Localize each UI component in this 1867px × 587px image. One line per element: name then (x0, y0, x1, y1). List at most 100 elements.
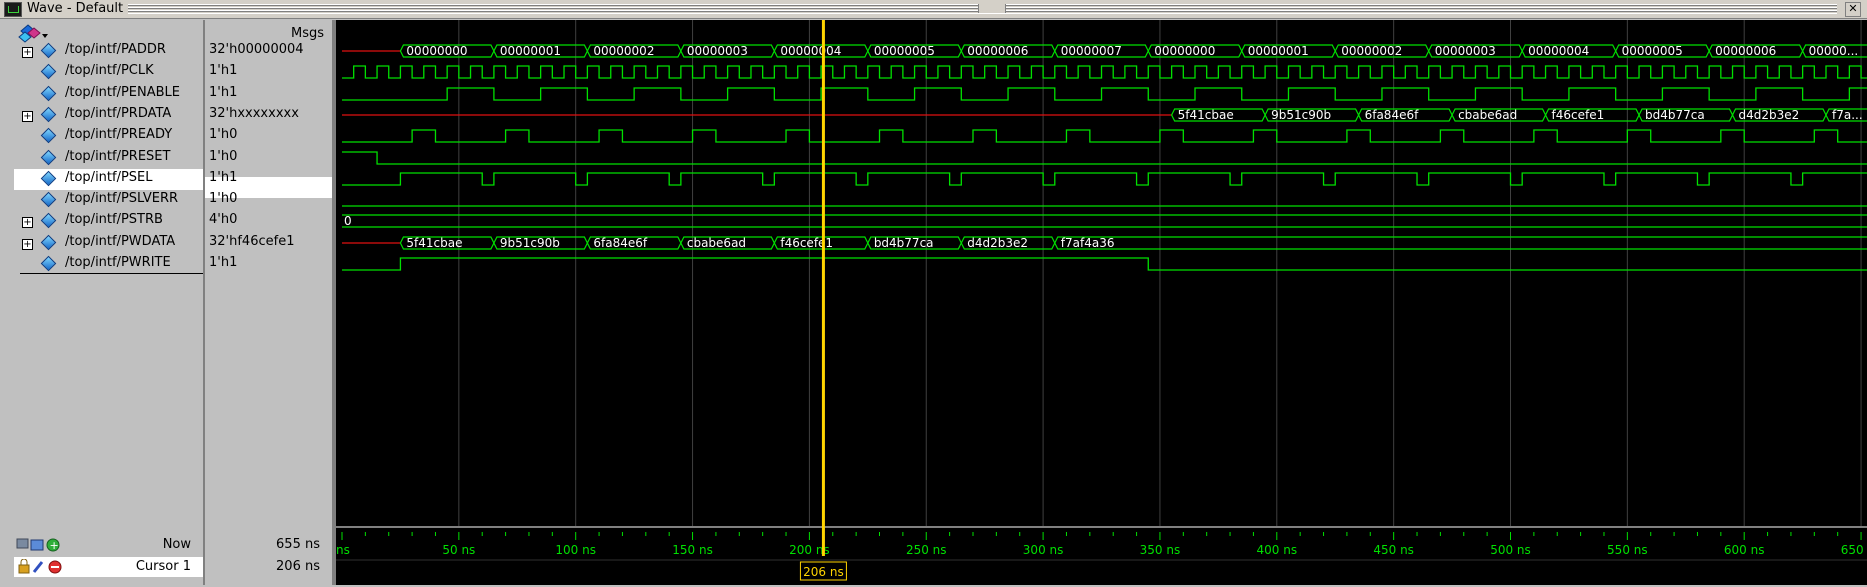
ruler-label: 350 ns (1140, 543, 1181, 557)
paddr-wave-label: 00000005 (874, 44, 935, 58)
signal-value-text: 1'h0 (209, 191, 238, 206)
ruler-label: 150 ns (672, 543, 713, 557)
lock-icon (18, 564, 30, 574)
cursor-value-cell: 206 ns (205, 557, 332, 577)
ruler-label: 550 ns (1607, 543, 1648, 557)
signal-row-preset[interactable]: /top/intf/PRESET (14, 148, 203, 169)
pwdata-wave-label: 9b51c90b (500, 236, 560, 250)
cursor-toolbar-icons[interactable] (18, 559, 64, 575)
signal-value-text: 1'h1 (209, 170, 238, 185)
now-label: Now (162, 537, 191, 552)
signal-row-pready[interactable]: /top/intf/PREADY (14, 126, 203, 147)
paddr-wave-label: 00000002 (593, 44, 654, 58)
now-value-cell: 655 ns (205, 535, 332, 555)
ruler-label: 500 ns (1490, 543, 1531, 557)
signal-value-text: 32'hxxxxxxxx (209, 106, 299, 121)
ruler-label: 650 ns (1841, 543, 1867, 557)
pstrb-label: 0 (344, 214, 352, 228)
signal-value: 32'h00000004 (209, 41, 304, 62)
signal-diamond-icon (40, 212, 57, 229)
signal-row-penable[interactable]: /top/intf/PENABLE (14, 84, 203, 105)
signal-diamond-icon (40, 234, 57, 251)
expand-plus-icon[interactable]: + (22, 111, 33, 122)
pwdata-wave-label: 5f41cbae (406, 236, 462, 250)
signal-name: /top/intf/PADDR (65, 42, 166, 57)
pwdata-wave-label: 6fa84e6f (593, 236, 648, 250)
signal-value-text: 1'h0 (209, 127, 238, 142)
signal-row-pwrite[interactable]: /top/intf/PWRITE (14, 254, 203, 275)
signal-row-pclk[interactable]: /top/intf/PCLK (14, 62, 203, 83)
signal-row-pslverr[interactable]: /top/intf/PSLVERR (14, 190, 203, 211)
paddr-wave-label: 00000005 (1622, 44, 1683, 58)
signal-value-text: 1'h0 (209, 149, 238, 164)
now-toolbar-icons[interactable]: + (16, 537, 62, 553)
expand-plus-icon[interactable]: + (22, 217, 33, 228)
expand-plus-icon[interactable]: + (22, 47, 33, 58)
pwdata-wave-label: f7af4a36 (1061, 236, 1115, 250)
prdata-wave-label: 6fa84e6f (1365, 108, 1420, 122)
signal-value: 1'h0 (209, 190, 237, 211)
cursor-readout: 206 ns (803, 565, 844, 579)
msgs-header-label: Msgs (290, 26, 324, 41)
signal-row-pstrb[interactable]: + /top/intf/PSTRB (14, 211, 203, 232)
signal-name: /top/intf/PSTRB (65, 212, 163, 227)
signal-name-pane[interactable]: + /top/intf/PADDR/top/intf/PCLK/top/intf/… (0, 20, 328, 585)
signal-diamond-icon (40, 85, 57, 102)
signal-value: 32'hxxxxxxxx (209, 105, 299, 126)
signal-name: /top/intf/PWRITE (65, 255, 171, 270)
paddr-wave-label: 00000003 (1435, 44, 1496, 58)
wave-window-icon-small (16, 538, 29, 549)
cursor-pane: + Now 655 ns Cursor 1 206 ns (0, 527, 336, 585)
pwdata-wave-label: f46cefe1 (780, 236, 833, 250)
signal-diamond-icon (40, 127, 57, 144)
prdata-wave-label: f7a... (1832, 108, 1863, 122)
signal-value-text: 1'h1 (209, 85, 238, 100)
signal-name: /top/intf/PWDATA (65, 234, 176, 249)
paddr-wave-label: 00000000 (406, 44, 467, 58)
prdata-wave-label: f46cefe1 (1552, 108, 1605, 122)
signal-value-text: 1'h1 (209, 63, 238, 78)
signal-name: /top/intf/PSLVERR (65, 191, 179, 206)
signal-value-pane[interactable]: Msgs 32'h00000004 1'h1 1'h1 32'hxxxxxxxx 1'h… (205, 20, 332, 585)
paddr-wave-label: 00000004 (780, 44, 841, 58)
expand-plus-icon[interactable]: + (22, 239, 33, 250)
signal-diamond-icon (40, 149, 57, 166)
signal-value: 1'h0 (209, 126, 237, 147)
signal-value: 4'h0 (209, 211, 237, 232)
close-icon[interactable]: ✕ (1845, 2, 1861, 17)
window-titlebar[interactable]: Wave - Default ✕ (0, 0, 1867, 19)
paddr-wave-label: 00000001 (500, 44, 561, 58)
ruler-label: 50 ns (442, 543, 475, 557)
paddr-wave-label: 00000... (1809, 44, 1859, 58)
pwdata-wave-label: bd4b77ca (874, 236, 934, 250)
waveform-pane[interactable]: 00000000 00000001 00000002 00000003 00000004… (336, 20, 1867, 585)
signal-value-text: 32'hf46cefe1 (209, 234, 295, 249)
signal-value-text: 4'h0 (209, 212, 238, 227)
paddr-wave-label: 00000004 (1528, 44, 1589, 58)
cursor-value: 206 ns (276, 559, 320, 574)
ruler-label: 250 ns (906, 543, 947, 557)
ruler-label: 600 ns (1724, 543, 1765, 557)
cursor-row[interactable]: Cursor 1 (14, 557, 203, 577)
pwdata-wave-label: cbabe6ad (687, 236, 746, 250)
add-cursor-icon: + (50, 539, 59, 552)
signal-value: 1'h1 (209, 254, 237, 275)
signal-value: 1'h1 (209, 62, 237, 83)
prdata-wave-label: 9b51c90b (1271, 108, 1331, 122)
titlebar-grip-handle[interactable] (978, 4, 1006, 13)
signal-row-pwdata[interactable]: + /top/intf/PWDATA (14, 233, 203, 254)
signal-row-psel[interactable]: /top/intf/PSEL (14, 169, 203, 190)
cursor-label: Cursor 1 (135, 559, 191, 574)
prdata-wave-label: d4d2b3e2 (1739, 108, 1800, 122)
signal-name: /top/intf/PCLK (65, 63, 154, 78)
signal-diamond-icon (40, 170, 57, 187)
signal-name: /top/intf/PSEL (65, 170, 153, 185)
signal-value-text: 32'h00000004 (209, 42, 304, 57)
signal-value: 32'hf46cefe1 (209, 233, 294, 254)
signal-row-paddr[interactable]: + /top/intf/PADDR (14, 41, 203, 62)
signal-row-prdata[interactable]: + /top/intf/PRDATA (14, 105, 203, 126)
waveform-canvas[interactable]: 00000000 00000001 00000002 00000003 00000004… (336, 20, 1867, 585)
zoom-icon-small (30, 539, 44, 551)
signal-name: /top/intf/PRDATA (65, 106, 172, 121)
signal-value-text: 1'h1 (209, 255, 238, 270)
